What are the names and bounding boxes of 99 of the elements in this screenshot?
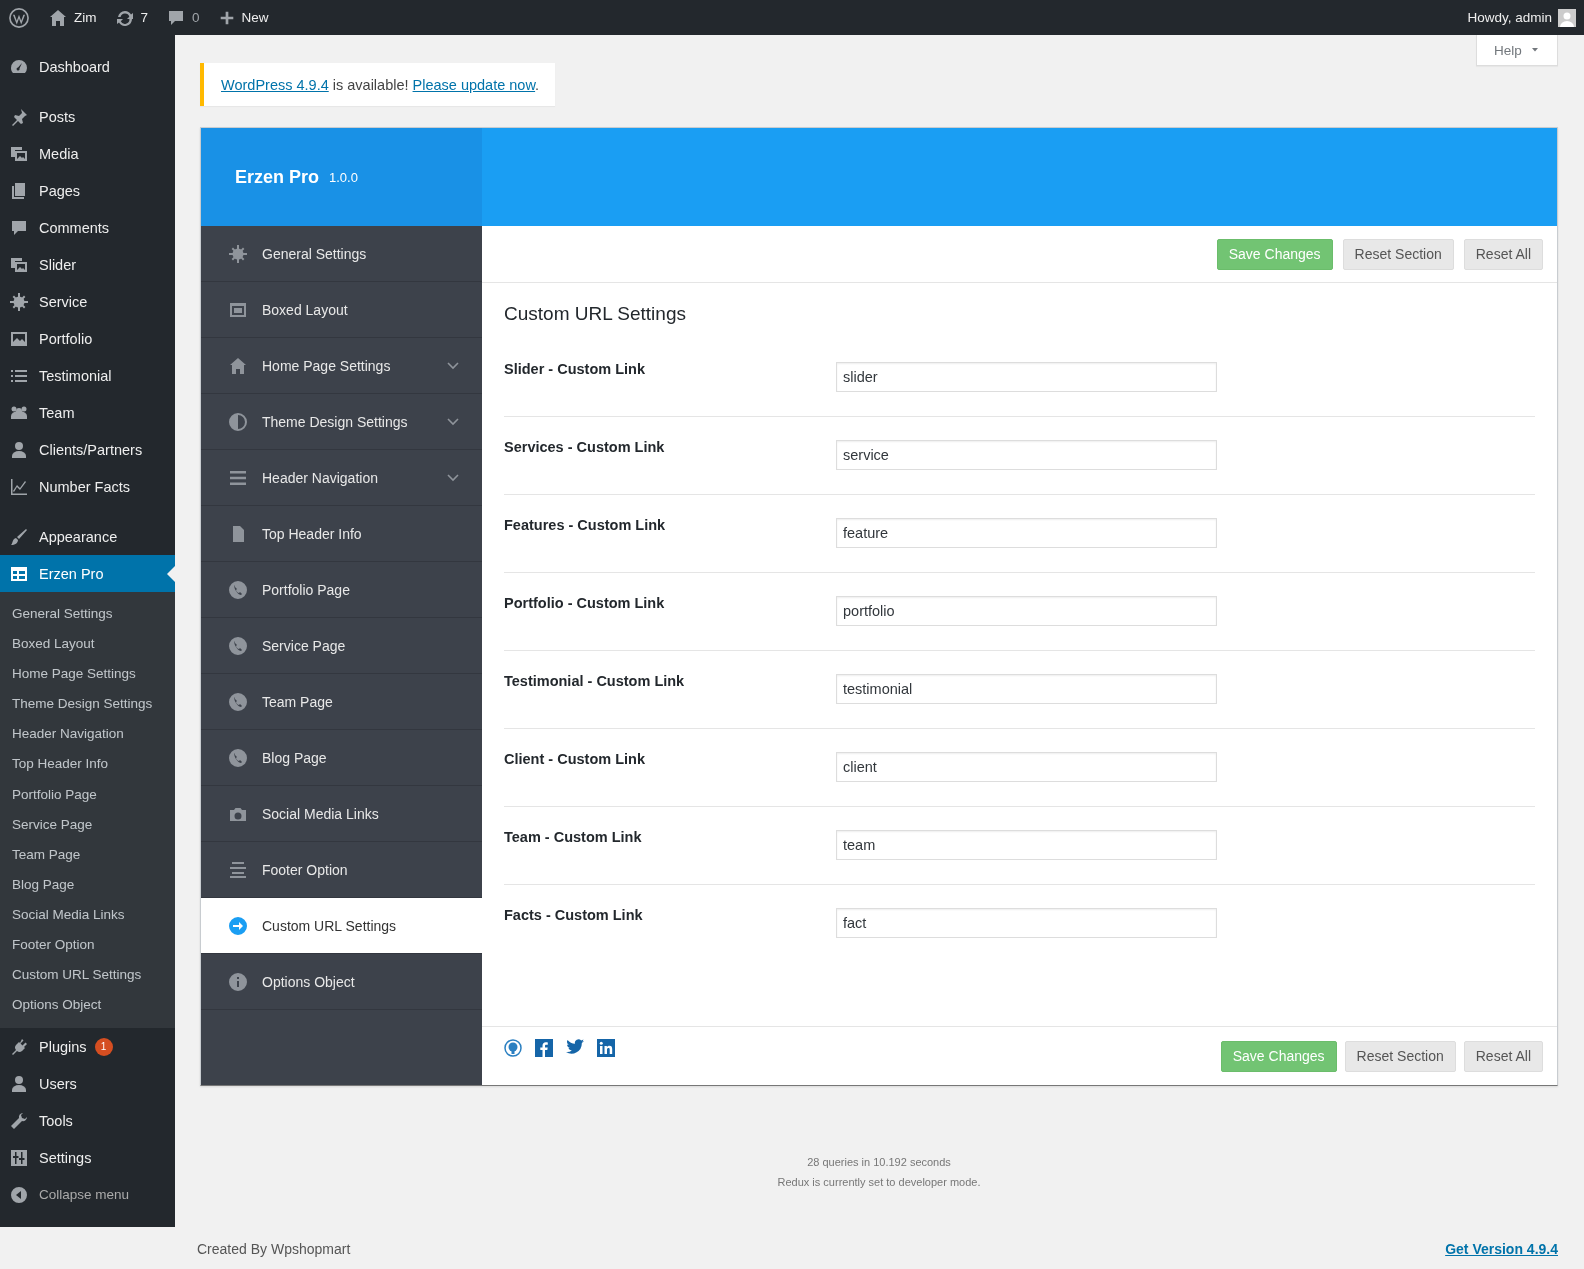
nav-item[interactable]: Service Page [201,618,482,674]
menu-item[interactable]: Service [0,283,175,320]
menu-item[interactable]: Pages [0,172,175,209]
text-field[interactable]: portfolio [836,596,1217,626]
menu-item[interactable]: Team [0,394,175,431]
reset-all-button[interactable]: Reset All [1463,1040,1543,1072]
text-field[interactable]: feature [836,518,1217,548]
brush-icon [9,526,29,547]
field-label: Portfolio - Custom Link [504,594,666,613]
submenu-item[interactable]: Header Navigation [0,719,175,750]
field-label: Features - Custom Link [504,516,667,535]
version-link[interactable]: Get Version 4.9.4 [1445,1241,1558,1257]
phone-icon [228,691,248,712]
menu-item[interactable]: Appearance [0,518,175,555]
pointer-arrow [167,565,175,582]
align-icon [228,859,248,880]
submenu-item[interactable]: Home Page Settings [0,659,175,690]
gear-icon [9,291,29,312]
phone-icon [228,635,248,656]
field-label: Team - Custom Link [504,828,643,847]
nav-item[interactable]: Options Object [201,954,482,1010]
home-icon [228,355,248,376]
text-field[interactable]: client [836,752,1217,782]
submenu-item[interactable]: Options Object [0,990,175,1021]
field-label: Testimonial - Custom Link [504,672,686,691]
logo-menu[interactable] [8,6,30,29]
account-link[interactable]: Howdy, admin [1467,8,1576,27]
query-stats: 28 queries in 10.192 seconds [806,1155,952,1170]
help-button[interactable]: Help [1476,35,1558,66]
section-title: Custom URL Settings [504,303,687,325]
updates-link[interactable]: 7 [114,7,148,28]
submenu-item[interactable]: Boxed Layout [0,629,175,660]
menu-item[interactable]: Number Facts [0,468,175,505]
chart-icon [9,476,29,497]
site-link[interactable]: Zim [48,7,97,28]
home-icon [48,7,68,28]
person-icon [9,1073,29,1094]
submenu-item[interactable]: Custom URL Settings [0,960,175,991]
person-icon [9,439,29,460]
submenu-item[interactable]: Portfolio Page [0,779,175,810]
text-field[interactable]: fact [836,908,1217,938]
submenu-item[interactable]: Blog Page [0,869,175,900]
version-link[interactable]: WordPress 4.9.4 [221,76,329,93]
credit-text: Created By Wpshopmart [197,1241,351,1257]
field-label: Facts - Custom Link [504,906,644,925]
reset-all-button[interactable]: Reset All [1463,238,1543,270]
menu-item[interactable]: Dashboard [0,48,175,85]
update-notice: WordPress 4.9.4 is available! Please update now. [221,76,540,93]
nav-item[interactable]: Portfolio Page [201,562,482,618]
menu-item[interactable]: Tools [0,1102,175,1140]
menu-item[interactable]: Posts [0,98,175,135]
menu-item[interactable]: Comments [0,209,175,246]
menu-item[interactable]: Media [0,135,175,172]
nav-item[interactable]: Team Page [201,674,482,730]
field-label: Services - Custom Link [504,438,666,457]
comments-link[interactable]: 0 [166,7,200,28]
menu-item[interactable]: Erzen Pro [0,555,175,592]
reset-section-button[interactable]: Reset Section [1342,238,1454,270]
logo-icon [8,6,30,29]
field-label: Client - Custom Link [504,750,646,769]
text-field[interactable]: testimonial [836,674,1217,704]
submenu-item[interactable]: Footer Option [0,930,175,961]
submenu-item[interactable]: Service Page [0,809,175,840]
submenu-item[interactable]: Team Page [0,839,175,870]
phone-icon [228,579,248,600]
text-field[interactable]: slider [836,362,1217,392]
panel-title: Erzen Pro [235,166,320,188]
collapse-menu-button[interactable]: Collapse menu [0,1176,175,1214]
gear-icon [228,243,248,264]
new-link[interactable]: New [217,8,269,27]
submenu-item[interactable]: Top Header Info [0,749,175,780]
info-icon [228,971,248,992]
menu-item[interactable]: Settings [0,1139,175,1177]
menu-item[interactable]: Users [0,1065,175,1103]
text-field[interactable]: service [836,440,1217,470]
reset-section-button[interactable]: Reset Section [1344,1040,1456,1072]
text-field[interactable]: team [836,830,1217,860]
menu-item[interactable]: Testimonial [0,357,175,394]
menu-item[interactable]: Plugins 1 [0,1028,175,1066]
field-label: Slider - Custom Link [504,360,646,379]
mode-note: Redux is currently set to developer mode. [776,1175,982,1190]
nav-item[interactable]: Custom URL Settings [201,898,482,954]
square-logo-icon [535,1039,553,1057]
submenu-item[interactable]: Social Media Links [0,899,175,931]
circle-logo-icon [504,1039,522,1057]
sliders-icon [9,1147,29,1168]
submenu-item[interactable]: Theme Design Settings [0,689,175,720]
square-logo-icon [597,1039,615,1057]
nav-item[interactable]: Blog Page [201,730,482,786]
menu-item[interactable]: Portfolio [0,320,175,357]
wrench-icon [9,1110,29,1131]
bird-icon [566,1039,584,1055]
avatar-icon [1558,8,1576,27]
submenu-item[interactable]: General Settings [0,599,175,630]
version-label: 1.0.0 [329,169,358,185]
menu-item[interactable]: Slider [0,246,175,283]
menu-item[interactable]: Clients/Partners [0,431,175,468]
count-badge: 1 [94,1037,113,1056]
phone-icon [228,747,248,768]
